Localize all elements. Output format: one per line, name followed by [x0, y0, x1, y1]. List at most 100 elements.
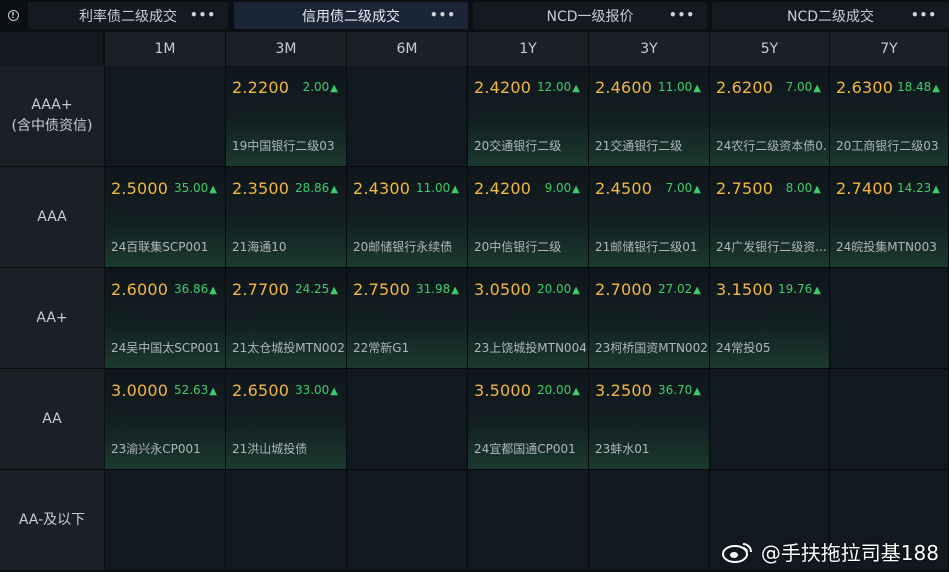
tab-label: NCD二级成交 [786, 8, 875, 25]
quote-cell[interactable]: 3.0500 20.00▲ 23上饶城投MTN004 [468, 268, 589, 369]
bond-name: 20工商银行二级03 [836, 139, 939, 153]
quote-cell[interactable]: 3.0000 52.63▲ 23渝兴永CP001 [105, 369, 226, 470]
bond-name: 20中信银行二级 [474, 240, 562, 254]
bond-name: 21洪山城投债 [232, 442, 308, 456]
quote-cell[interactable]: 2.6200 7.00▲ 24农行二级资本债0... [710, 66, 830, 167]
empty-cell [105, 66, 226, 167]
weibo-icon [721, 542, 752, 563]
quote-cell[interactable]: 2.7700 24.25▲ 21太仓城投MTN002 [226, 268, 347, 369]
quote-cell[interactable]: 3.2500 36.70▲ 23蚌水01 [589, 369, 710, 470]
column-header-1y[interactable]: 1Y [468, 32, 589, 66]
tab-label: 利率债二级成交 [79, 8, 177, 25]
up-arrow-icon: ▲ [209, 386, 217, 397]
change-number: 8.00 [785, 181, 813, 195]
yield-value: 2.3500 [232, 179, 290, 198]
change-number: 33.00 [294, 383, 330, 397]
bond-name: 24广发银行二级资... [716, 240, 827, 254]
yield-value: 2.5000 [111, 179, 169, 198]
quote-cell[interactable]: 2.7000 27.02▲ 23柯桥国资MTN002 [589, 268, 710, 369]
change-value: 20.00▲ [537, 282, 580, 296]
quote-cell[interactable]: 2.4500 7.00▲ 21邮储银行二级01 [589, 167, 710, 268]
more-icon[interactable]: ••• [190, 8, 216, 22]
empty-cell [830, 369, 949, 470]
change-value: 24.25▲ [295, 282, 338, 296]
bond-name: 20邮储银行永续债 [353, 240, 453, 254]
column-header-6m[interactable]: 6M [347, 32, 468, 66]
quote-cell[interactable]: 2.5000 35.00▲ 24百联集SCP001 [105, 167, 226, 268]
change-value: 52.63▲ [174, 383, 217, 397]
tab-credit-bond-secondary[interactable]: 信用债二级成交 ••• [234, 2, 468, 29]
bond-name: 24百联集SCP001 [111, 240, 209, 254]
change-value: 9.00▲ [545, 181, 580, 195]
quote-cell[interactable]: 2.6000 36.86▲ 24吴中国太SCP001 [105, 268, 226, 369]
bond-name: 24皖投集MTN003 [836, 240, 937, 254]
yield-value: 2.7400 [836, 179, 894, 198]
yield-value: 3.1500 [716, 280, 774, 299]
quote-cell[interactable]: 2.6500 33.00▲ 21洪山城投债 [226, 369, 347, 470]
up-arrow-icon: ▲ [572, 83, 580, 94]
change-value: 18.48▲ [897, 80, 940, 94]
tab-ncd-primary-quote[interactable]: NCD一级报价 ••• [473, 2, 707, 29]
quote-cell[interactable]: 2.4600 11.00▲ 21交通银行二级 [589, 66, 710, 167]
column-header-1m[interactable]: 1M [105, 32, 226, 66]
quote-cell[interactable]: 2.4300 11.00▲ 20邮储银行永续债 [347, 167, 468, 268]
row-label: AA [42, 410, 62, 427]
more-icon[interactable]: ••• [669, 8, 695, 22]
up-arrow-icon: ▲ [932, 184, 940, 195]
quote-cell[interactable]: 2.7400 14.23▲ 24皖投集MTN003 [830, 167, 949, 268]
yield-value: 2.4200 [474, 179, 532, 198]
quote-cell[interactable]: 2.7500 31.98▲ 22常新G1 [347, 268, 468, 369]
change-value: 36.70▲ [658, 383, 701, 397]
row-label: AA-及以下 [18, 511, 86, 528]
change-number: 11.00 [657, 80, 693, 94]
quote-cell[interactable]: 2.4200 9.00▲ 20中信银行二级 [468, 167, 589, 268]
quote-cell[interactable]: 2.2200 2.00▲ 19中国银行二级03 [226, 66, 347, 167]
bond-name: 19中国银行二级03 [232, 139, 335, 153]
bond-name: 24常投05 [716, 341, 771, 355]
column-header-7y[interactable]: 7Y [830, 32, 949, 66]
up-arrow-icon: ▲ [209, 184, 217, 195]
tab-rate-bond-secondary[interactable]: 利率债二级成交 ••• [28, 2, 228, 29]
yield-value: 3.0000 [111, 381, 169, 400]
change-number: 18.48 [896, 80, 932, 94]
column-header-3y[interactable]: 3Y [589, 32, 710, 66]
column-header-5y[interactable]: 5Y [710, 32, 830, 66]
yield-value: 2.2200 [232, 78, 290, 97]
change-number: 52.63 [173, 383, 209, 397]
empty-cell [468, 470, 589, 571]
change-value: 14.23▲ [897, 181, 940, 195]
quote-cell[interactable]: 2.7500 8.00▲ 24广发银行二级资... [710, 167, 830, 268]
up-arrow-icon: ▲ [693, 386, 701, 397]
quote-cell[interactable]: 3.1500 19.76▲ 24常投05 [710, 268, 830, 369]
change-value: 7.00▲ [786, 80, 821, 94]
yield-value: 2.6200 [716, 78, 774, 97]
quote-cell[interactable]: 2.6300 18.48▲ 20工商银行二级03 [830, 66, 949, 167]
up-arrow-icon: ▲ [813, 184, 821, 195]
change-number: 9.00 [544, 181, 572, 195]
change-value: 31.98▲ [416, 282, 459, 296]
more-icon[interactable]: ••• [911, 8, 937, 22]
empty-cell [105, 470, 226, 571]
bond-name: 23渝兴永CP001 [111, 442, 201, 456]
change-value: 36.86▲ [174, 282, 217, 296]
row-sublabel: (含中债资信) [11, 118, 93, 134]
bond-name: 23上饶城投MTN004 [474, 341, 586, 355]
quote-cell[interactable]: 2.4200 12.00▲ 20交通银行二级 [468, 66, 589, 167]
tab-bar: ! 利率债二级成交 ••• 信用债二级成交 ••• NCD一级报价 ••• NC… [0, 0, 949, 32]
change-value: 2.00▲ [303, 80, 338, 94]
change-number: 24.25 [294, 282, 330, 296]
quote-cell[interactable]: 3.5000 20.00▲ 24宜都国通CP001 [468, 369, 589, 470]
tab-ncd-secondary[interactable]: NCD二级成交 ••• [712, 2, 949, 29]
info-button[interactable]: ! [0, 0, 26, 31]
change-number: 28.86 [294, 181, 330, 195]
row-header: AA [0, 369, 104, 470]
bond-name: 20交通银行二级 [474, 139, 562, 153]
more-icon[interactable]: ••• [430, 8, 456, 22]
column-header-3m[interactable]: 3M [226, 32, 347, 66]
change-value: 27.02▲ [658, 282, 701, 296]
change-number: 7.00 [785, 80, 813, 94]
change-number: 36.70 [657, 383, 693, 397]
quote-cell[interactable]: 2.3500 28.86▲ 21海通10 [226, 167, 347, 268]
empty-cell [830, 268, 949, 369]
yield-value: 2.4200 [474, 78, 532, 97]
